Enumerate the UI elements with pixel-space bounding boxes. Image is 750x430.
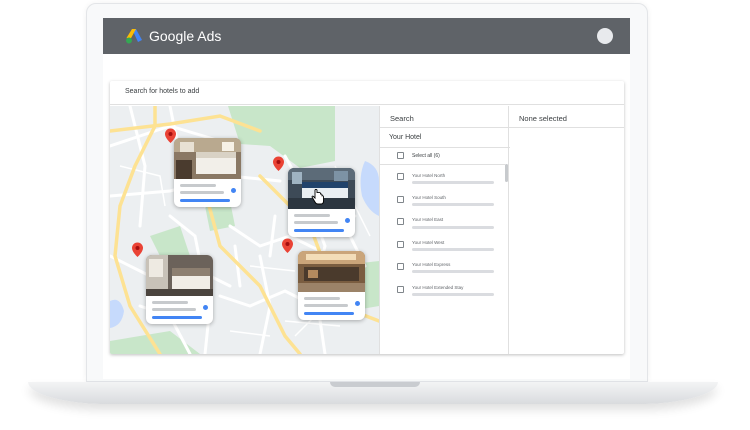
hotel-address-placeholder — [412, 270, 494, 273]
hotel-checkbox[interactable] — [397, 263, 404, 270]
hotel-detail-placeholder — [180, 191, 224, 194]
scrollbar[interactable] — [505, 164, 508, 182]
hotel-card[interactable] — [174, 138, 241, 207]
status-dot — [203, 305, 208, 310]
avatar[interactable] — [597, 28, 613, 44]
status-dot — [345, 218, 350, 223]
search-bar[interactable]: Search for hotels to add — [110, 81, 624, 105]
hotel-checkbox[interactable] — [397, 196, 404, 203]
hotel-checkbox[interactable] — [397, 218, 404, 225]
select-all-checkbox[interactable] — [397, 152, 404, 159]
hotel-detail-placeholder — [294, 221, 338, 224]
hotel-photo — [174, 138, 241, 179]
select-all-label: Select all (6) — [412, 153, 440, 159]
laptop-screen: Google Ads Search for hotels to add Sear… — [103, 18, 630, 379]
hotel-checkbox[interactable] — [397, 286, 404, 293]
divider — [380, 164, 505, 165]
hotel-list-item-label: Your Hotel South — [412, 195, 446, 200]
hotel-card[interactable] — [146, 255, 213, 324]
hotel-price-bar — [152, 316, 202, 319]
hotel-price-bar — [294, 229, 344, 232]
map[interactable] — [110, 106, 379, 354]
hotel-detail-placeholder — [152, 308, 196, 311]
hotel-list-panel: Search Your Hotel Select all (6) Your Ho… — [379, 106, 510, 354]
hotel-photo — [298, 251, 365, 292]
status-dot — [355, 301, 360, 306]
app-header: Google Ads — [103, 18, 630, 54]
divider — [380, 127, 510, 128]
hotel-list-item-label: Your Hotel North — [412, 173, 446, 178]
google-ads-logo-icon — [126, 29, 142, 44]
selected-hotels-panel: None selected — [509, 106, 624, 354]
hand-cursor-icon — [311, 189, 324, 205]
hotel-list-item-label: Your Hotel West — [412, 240, 445, 245]
status-dot — [231, 188, 236, 193]
hotel-name-placeholder — [304, 297, 340, 300]
hotel-checkbox[interactable] — [397, 241, 404, 248]
hotel-detail-placeholder — [304, 304, 348, 307]
hotel-list-item-label: Your Hotel East — [412, 217, 444, 222]
hotel-address-placeholder — [412, 203, 494, 206]
hotel-group-label: Your Hotel — [389, 134, 422, 141]
hotel-selector-card: Search for hotels to add Search Your Hot… — [110, 81, 624, 354]
hotel-name-placeholder — [180, 184, 216, 187]
hotel-list-item-label: Your Hotel Extended Stay — [412, 285, 464, 290]
hotel-address-placeholder — [412, 248, 494, 251]
app-title: Google Ads — [149, 28, 222, 44]
hotel-address-placeholder — [412, 293, 494, 296]
laptop-notch — [330, 382, 420, 387]
divider — [509, 127, 624, 128]
hotel-address-placeholder — [412, 181, 494, 184]
selected-panel-title: None selected — [519, 114, 567, 123]
hotel-card[interactable] — [288, 168, 355, 237]
hotel-list-item-label: Your Hotel Express — [412, 262, 451, 267]
hotel-photo — [146, 255, 213, 296]
search-input[interactable]: Search for hotels to add — [125, 88, 199, 95]
hotel-address-placeholder — [412, 226, 494, 229]
hotel-name-placeholder — [152, 301, 188, 304]
list-panel-title: Search — [390, 114, 414, 123]
hotel-name-placeholder — [294, 214, 330, 217]
divider — [380, 147, 510, 148]
hotel-price-bar — [180, 199, 230, 202]
hotel-card[interactable] — [298, 251, 365, 320]
hotel-price-bar — [304, 312, 354, 315]
hotel-checkbox[interactable] — [397, 173, 404, 180]
